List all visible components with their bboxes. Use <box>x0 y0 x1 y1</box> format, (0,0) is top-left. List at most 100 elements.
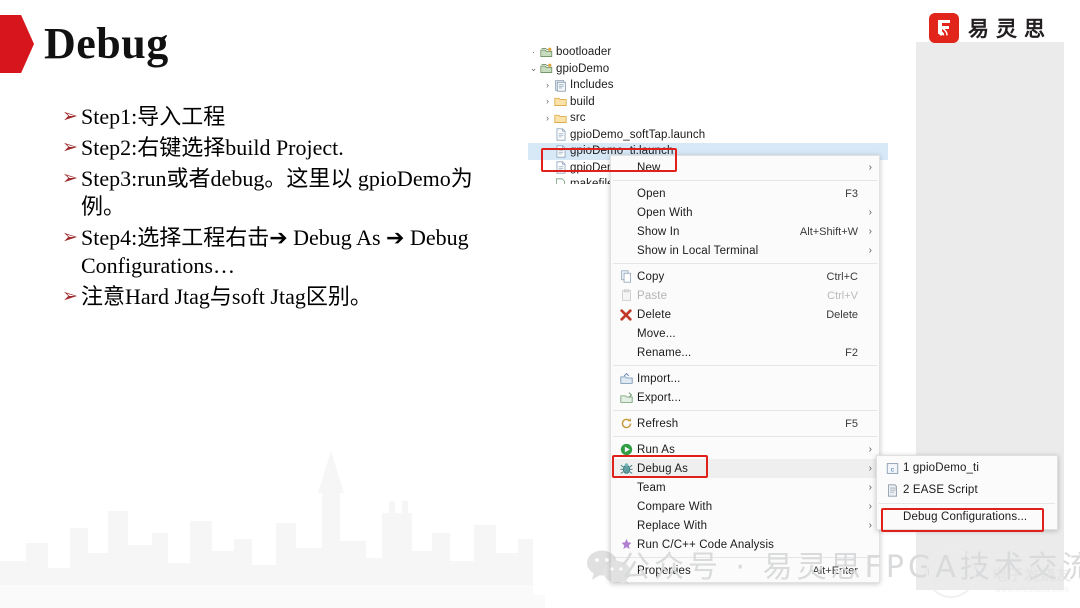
menu-item-label: New <box>637 161 661 174</box>
menu-item-label: Compare With <box>637 500 713 513</box>
menu-item-export[interactable]: Export... <box>611 388 879 407</box>
submenu-item-debug-configurations[interactable]: Debug Configurations... <box>877 506 1057 528</box>
refresh-icon <box>615 417 637 430</box>
submenu-arrow-icon: › <box>868 482 872 493</box>
bullet-label: 注意Hard Jtag与soft Jtag区别。 <box>81 284 372 309</box>
makefile-icon <box>553 178 568 184</box>
file-icon <box>553 128 568 141</box>
submenu-arrow-icon: › <box>868 463 872 474</box>
tree-item-label: src <box>570 112 586 125</box>
bullet-item: ➢ 注意Hard Jtag与soft Jtag区别。 <box>62 283 502 311</box>
watermark-brand-url: www.elecfans.com <box>994 585 1070 594</box>
bullet-arrow-icon: ➢ <box>62 227 78 248</box>
bullet-item: ➢ Step2:右键选择build Project. <box>62 134 502 162</box>
file-icon <box>553 161 568 174</box>
menu-item-run-as[interactable]: Run As › <box>611 440 879 459</box>
logo-label: 易灵思 <box>968 17 1052 41</box>
tree-twisty-icon[interactable]: › <box>542 113 553 123</box>
submenu-item-2-ease-script[interactable]: 2 EASE Script <box>877 479 1057 501</box>
bullet-item: ➢ Step4:选择工程右击➔ Debug As ➔ Debug Configur… <box>62 224 502 280</box>
delete-icon <box>615 308 637 321</box>
menu-item-rename[interactable]: Rename... F2 <box>611 343 879 362</box>
menu-item-team[interactable]: Team › <box>611 478 879 497</box>
submenu-arrow-icon: › <box>868 501 872 512</box>
menu-item-show-in[interactable]: Show In Alt+Shift+W › <box>611 222 879 241</box>
menu-item-paste: Paste Ctrl+V <box>611 286 879 305</box>
menu-item-shortcut: F3 <box>845 187 858 200</box>
bullet-item: ➢ Step1:导入工程 <box>62 103 502 131</box>
menu-item-label: Replace With <box>637 519 708 532</box>
submenu-item-label: 1 gpioDemo_ti <box>903 462 980 474</box>
svg-text:c: c <box>890 466 894 473</box>
title-label: Debug <box>44 19 169 68</box>
tree-twisty-icon[interactable]: · <box>528 47 539 57</box>
tree-twisty-icon[interactable]: › <box>542 97 553 106</box>
menu-item-label: Copy <box>637 270 665 283</box>
submenu-arrow-icon: › <box>868 162 872 173</box>
menu-item-refresh[interactable]: Refresh F5 <box>611 414 879 433</box>
menu-item-shortcut: Delete <box>826 308 858 321</box>
tree-twisty-icon[interactable]: › <box>542 80 553 90</box>
bullet-arrow-icon: ➢ <box>62 137 78 158</box>
submenu-arrow-icon: › <box>868 245 872 256</box>
menu-item-label: Paste <box>637 289 668 302</box>
submenu-item-label: 2 EASE Script <box>903 484 978 496</box>
menu-item-new[interactable]: New › <box>611 158 879 177</box>
bullet-arrow-icon: ➢ <box>62 168 78 189</box>
menu-item-replace-with[interactable]: Replace With › <box>611 516 879 535</box>
menu-item-label: Team <box>637 481 666 494</box>
menu-item-label: Delete <box>637 308 672 321</box>
copy-icon <box>615 270 637 283</box>
bullet-item: ➢ Step3:run或者debug。这里以 gpioDemo为例。 <box>62 165 502 221</box>
tree-item[interactable]: › Includes <box>528 77 888 94</box>
menu-item-label: Rename... <box>637 346 692 359</box>
menu-separator <box>613 180 877 181</box>
title-marker-icon <box>0 15 34 73</box>
bullet-list: ➢ Step1:导入工程 ➢ Step2:右键选择build Project. ➢ Ste… <box>62 103 502 314</box>
tree-item[interactable]: gpioDemo_softTap.launch <box>528 127 888 144</box>
bullet-arrow-icon: ➢ <box>62 286 78 307</box>
tree-item-label: gpioDemo_softTap.launch <box>570 128 706 141</box>
menu-item-compare-with[interactable]: Compare With › <box>611 497 879 516</box>
menu-item-move[interactable]: Move... <box>611 324 879 343</box>
menu-item-shortcut: Alt+Shift+W <box>799 225 858 238</box>
menu-item-copy[interactable]: Copy Ctrl+C <box>611 267 879 286</box>
menu-item-open-with[interactable]: Open With › <box>611 203 879 222</box>
menu-item-label: Debug As <box>637 462 689 475</box>
debug-icon <box>615 462 637 475</box>
menu-item-label: Refresh <box>637 417 679 430</box>
watermark-brand-name: 电子发烧友 <box>991 567 1072 584</box>
menu-item-label: Show in Local Terminal <box>637 244 759 257</box>
menu-item-show-in-local-terminal[interactable]: Show in Local Terminal › <box>611 241 879 260</box>
tree-item[interactable]: › src <box>528 110 888 127</box>
tree-twisty-icon[interactable]: ⌄ <box>528 64 539 73</box>
submenu-arrow-icon: › <box>868 520 872 531</box>
tree-item-label: bootloader <box>556 46 612 59</box>
tree-item-label: build <box>570 95 595 108</box>
tree-item[interactable]: › build <box>528 94 888 111</box>
watermark-ring-icon <box>926 548 976 598</box>
submenu-separator <box>879 503 1055 504</box>
submenu-item-label: Debug Configurations... <box>903 511 1028 523</box>
menu-item-open[interactable]: Open F3 <box>611 184 879 203</box>
submenu-item-1-gpiodemo-ti[interactable]: c 1 gpioDemo_ti <box>877 457 1057 479</box>
debug-as-submenu[interactable]: c 1 gpioDemo_ti 2 EASE Script Debug Configu… <box>876 455 1058 530</box>
import-icon <box>615 372 637 385</box>
menu-separator <box>613 263 877 264</box>
tree-item[interactable]: · bootloader <box>528 44 888 61</box>
menu-item-debug-as[interactable]: Debug As › <box>611 459 879 478</box>
bullet-label: Step3:run或者debug。这里以 gpioDemo为例。 <box>81 166 473 219</box>
tree-item[interactable]: ⌄ gpioDemo <box>528 61 888 78</box>
submenu-arrow-icon: › <box>868 207 872 218</box>
menu-separator <box>613 410 877 411</box>
menu-item-label: Export... <box>637 391 682 404</box>
bullet-arrow-icon: ➢ <box>62 106 78 127</box>
bullet-label: Step2:右键选择build Project. <box>81 135 344 160</box>
page-title: Debug <box>0 14 169 74</box>
menu-item-shortcut: Ctrl+V <box>827 289 858 302</box>
context-menu[interactable]: New › Open F3 Open With › Show In Alt+Shift+W › S… <box>610 155 880 583</box>
menu-item-delete[interactable]: Delete Delete <box>611 305 879 324</box>
menu-item-import[interactable]: Import... <box>611 369 879 388</box>
bullet-label: Step4:选择工程右击➔ Debug As ➔ Debug Configura… <box>81 225 469 278</box>
submenu-arrow-icon: › <box>868 444 872 455</box>
